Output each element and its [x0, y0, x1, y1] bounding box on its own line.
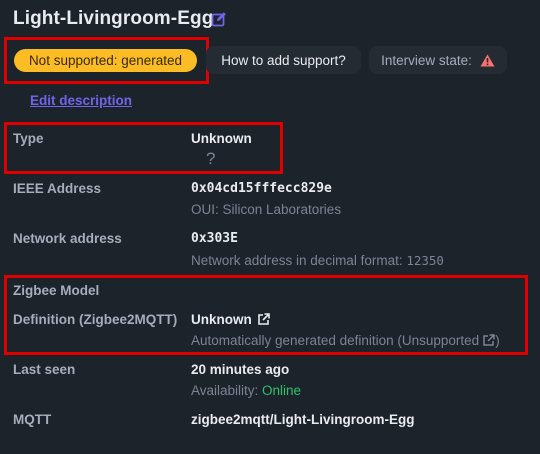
interview-state-label: Interview state:: [381, 52, 472, 68]
mqtt-topic-value: zigbee2mqtt/Light-Livingroom-Egg: [191, 412, 415, 427]
warning-triangle-icon: [480, 54, 495, 66]
not-supported-badge[interactable]: Not supported: generated: [14, 49, 197, 72]
ieee-address-label: IEEE Address: [13, 181, 102, 196]
edit-description-link[interactable]: Edit description: [30, 93, 132, 108]
network-decimal-prefix: Network address in decimal format:: [191, 253, 407, 268]
zigbee-model-label: Zigbee Model: [13, 283, 100, 298]
highlight-box-type: [4, 122, 283, 174]
question-mark-icon: ?: [206, 149, 216, 168]
definition-label: Definition (Zigbee2MQTT): [13, 312, 178, 327]
network-address-value: 0x303E: [191, 231, 238, 246]
definition-value-link[interactable]: Unknown: [191, 312, 270, 327]
ieee-address-value: 0x04cd15fffecc829e: [191, 181, 332, 196]
definition-sub-label: Automatically generated definition (Unsu…: [191, 333, 480, 348]
how-to-add-support-button[interactable]: How to add support?: [206, 46, 361, 74]
interview-state-button[interactable]: Interview state:: [369, 46, 507, 74]
type-value: Unknown: [191, 131, 252, 146]
network-decimal-value: 12350: [406, 253, 444, 268]
last-seen-value: 20 minutes ago: [191, 362, 290, 377]
last-seen-label: Last seen: [13, 362, 76, 377]
mqtt-label: MQTT: [13, 412, 52, 427]
definition-sub-text: Automatically generated definition (Unsu…: [191, 333, 500, 348]
network-address-label: Network address: [13, 231, 122, 246]
external-link-icon: [257, 313, 270, 325]
external-link-icon[interactable]: [482, 334, 495, 347]
definition-value: Unknown: [191, 312, 252, 327]
availability-status: Online: [262, 383, 302, 398]
edit-icon[interactable]: [211, 11, 227, 27]
network-decimal-text: Network address in decimal format: 12350: [191, 253, 444, 268]
type-label: Type: [13, 131, 44, 146]
availability-text: Availability: Online: [191, 383, 301, 398]
availability-label: Availability:: [191, 383, 263, 398]
device-title: Light-Livingroom-Egg: [13, 8, 214, 29]
oui-text: OUI: Silicon Laboratories: [191, 202, 342, 217]
definition-sub-close: ): [495, 333, 500, 348]
